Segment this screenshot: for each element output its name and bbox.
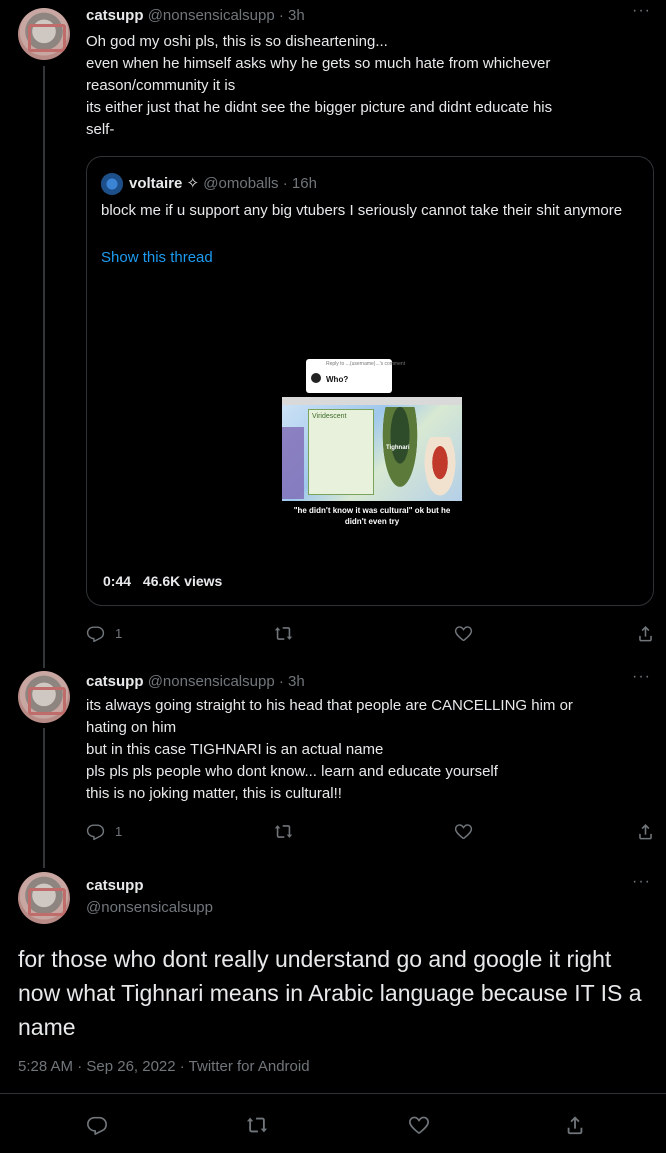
divider (0, 1093, 666, 1094)
show-thread-link[interactable]: Show this thread (101, 249, 213, 266)
avatar[interactable] (18, 8, 70, 60)
text-line: Oh god my oshi pls, this is so dishearte… (86, 33, 388, 50)
like-button[interactable] (454, 822, 473, 841)
more-horizontal-icon[interactable]: ··· (632, 2, 651, 20)
like-icon (454, 822, 473, 841)
video-label: Viridescent (312, 413, 347, 420)
reply-count: 1 (115, 626, 123, 641)
text-line: self- (86, 121, 115, 138)
retweet-button[interactable] (274, 822, 293, 841)
video-window-bar (282, 397, 462, 405)
retweet-button[interactable] (274, 624, 293, 643)
video-duration: 0:44 (103, 573, 132, 589)
more-horizontal-icon[interactable]: ··· (632, 668, 651, 686)
like-icon (454, 624, 473, 643)
video-label: Tighnari (386, 445, 410, 451)
handle[interactable]: @nonsensicalsupp (148, 673, 275, 690)
display-name[interactable]: catsupp (86, 673, 144, 690)
tweet-header: catsupp @nonsensicalsupp · 3h (86, 7, 305, 24)
quote-text: block me if u support any big vtubers I … (101, 202, 623, 219)
tweet-text: for those who dont really understand go … (18, 946, 642, 1040)
tweet-header: catsupp @nonsensicalsupp · 3h (86, 673, 305, 690)
quote-display-name[interactable]: voltaire (129, 175, 182, 192)
bubble-subtext: Reply to ...(username)...'s comment (326, 361, 406, 367)
commenter-avatar (311, 373, 321, 383)
timestamp[interactable]: 3h (288, 7, 305, 24)
share-icon (564, 1114, 586, 1136)
display-name[interactable]: catsupp (86, 7, 144, 24)
text-line: its either just that he didnt see the bi… (86, 99, 553, 116)
video-player[interactable]: Reply to ...(username)...'s comment Who?… (282, 359, 462, 539)
text-line: reason/community it is (86, 77, 236, 94)
text-line: hating on him (86, 719, 177, 736)
handle[interactable]: @nonsensicalsupp (148, 7, 275, 24)
reply-icon (86, 1114, 108, 1136)
tweet-actions: 1 (86, 624, 656, 644)
video-stats: 0:44 46.6K views (103, 573, 230, 589)
quoted-tweet-card[interactable]: voltaire ✧ @omoballs · 16h block me if u… (86, 156, 654, 606)
text-line: even when he himself asks why he gets so… (86, 55, 551, 72)
quote-avatar[interactable] (101, 173, 123, 195)
share-button[interactable] (564, 1114, 586, 1136)
like-button[interactable] (408, 1114, 430, 1136)
share-icon (636, 624, 655, 643)
more-horizontal-icon[interactable]: ··· (632, 873, 651, 891)
reply-count: 1 (115, 824, 123, 839)
reply-icon (86, 624, 105, 643)
share-button[interactable] (636, 822, 655, 841)
share-icon (636, 822, 655, 841)
reply-icon (86, 822, 105, 841)
display-name[interactable]: catsupp (86, 876, 144, 896)
handle[interactable]: @nonsensicalsupp (86, 898, 213, 918)
reply-button[interactable]: 1 (86, 624, 122, 643)
bubble-text: Who? (326, 375, 349, 384)
reply-button[interactable]: 1 (86, 822, 122, 841)
tweet-actions (86, 1114, 656, 1134)
tweet-text: its always going straight to his head th… (86, 695, 656, 805)
text-line: but in this case TIGHNARI is an actual n… (86, 741, 384, 758)
comment-bubble: Reply to ...(username)...'s comment Who? (306, 359, 405, 393)
avatar[interactable] (18, 872, 70, 924)
retweet-icon (274, 624, 293, 643)
tweet-text: Oh god my oshi pls, this is so dishearte… (86, 31, 646, 141)
tweet-actions: 1 (86, 822, 656, 842)
vtuber-avatar-image (422, 437, 458, 501)
timestamp[interactable]: 3h (288, 673, 305, 690)
video-caption: "he didn't know it was cultural" ok but … (293, 506, 451, 526)
quote-timestamp[interactable]: 16h (292, 175, 317, 192)
reply-button[interactable] (86, 1114, 108, 1136)
tweet-timestamp[interactable]: 5:28 AM · Sep 26, 2022 · Twitter for And… (18, 1058, 310, 1075)
video-game-panel (308, 409, 374, 495)
retweet-icon (246, 1114, 268, 1136)
character-image (378, 407, 422, 501)
text-line: this is no joking matter, this is cultur… (86, 785, 342, 802)
like-button[interactable] (454, 624, 473, 643)
thread-line (43, 66, 45, 668)
text-line: pls pls pls people who dont know... lear… (86, 763, 498, 780)
text-line: its always going straight to his head th… (86, 697, 573, 714)
retweet-button[interactable] (246, 1114, 268, 1136)
like-icon (408, 1114, 430, 1136)
share-button[interactable] (636, 624, 655, 643)
video-views: 46.6K views (142, 573, 223, 589)
video-frame: Viridescent Tighnari (282, 397, 462, 501)
video-side-panel (282, 427, 304, 499)
sparkle-icon: ✧ (186, 175, 200, 192)
retweet-icon (274, 822, 293, 841)
quote-handle[interactable]: @omoballs (203, 175, 278, 192)
thread-line (43, 728, 45, 868)
avatar[interactable] (18, 671, 70, 723)
quote-header: voltaire ✧ @omoballs · 16h (129, 175, 317, 192)
